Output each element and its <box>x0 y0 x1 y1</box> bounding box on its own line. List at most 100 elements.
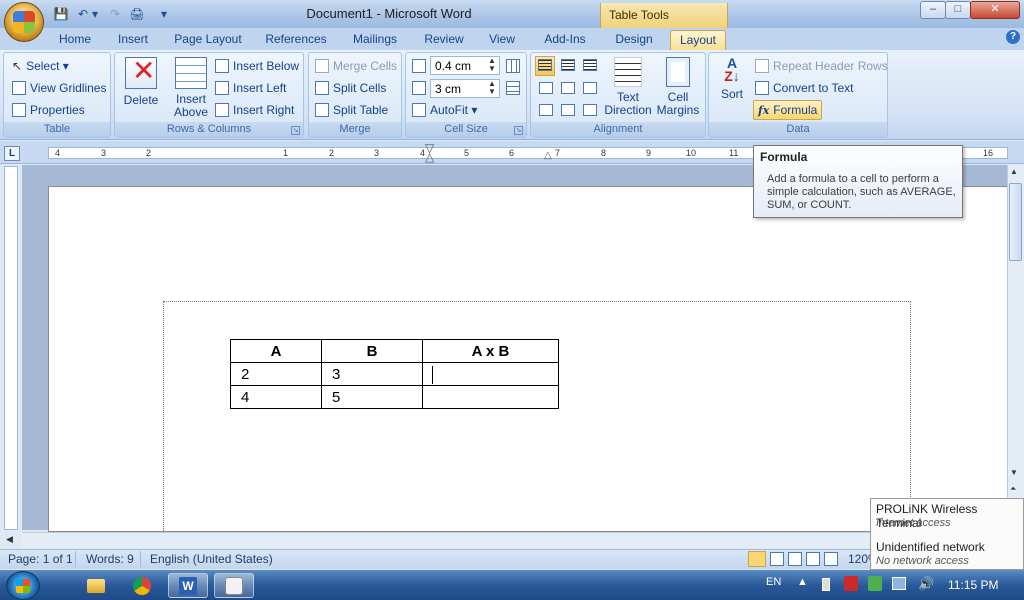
network-status-1: Internet access <box>876 517 951 529</box>
tab-add-ins[interactable]: Add-Ins <box>536 30 594 50</box>
table-cell[interactable]: A <box>230 339 322 363</box>
clock[interactable]: 11:15 PM <box>948 578 998 592</box>
tab-page-layout[interactable]: Page Layout <box>170 30 246 50</box>
indent-marker-icon[interactable]: ▽ △ <box>425 142 437 164</box>
tab-mailings[interactable]: Mailings <box>346 30 404 50</box>
convert-to-text-button[interactable]: Convert to Text <box>755 81 853 95</box>
tooltip-title: Formula <box>760 150 808 164</box>
distribute-columns-icon[interactable] <box>506 81 520 95</box>
windows-logo-icon <box>16 579 30 593</box>
view-gridlines-button[interactable]: View Gridlines <box>12 81 106 95</box>
outline-view-icon[interactable] <box>806 552 820 566</box>
insert-below-button[interactable]: Insert Below <box>215 59 299 73</box>
text-direction-icon <box>614 57 642 87</box>
column-width-icon <box>412 81 426 95</box>
scroll-left-icon[interactable]: ◀ <box>6 534 13 545</box>
autofit-button[interactable]: AutoFit ▾ <box>412 103 477 117</box>
page-count[interactable]: Page: 1 of 1 <box>8 552 73 566</box>
align-bottom-center-icon[interactable] <box>561 104 575 116</box>
align-top-right-icon[interactable] <box>583 59 597 71</box>
split-table-button[interactable]: Split Table <box>315 103 388 117</box>
merge-cells-button[interactable]: Merge Cells <box>315 59 397 73</box>
column-marker-icon[interactable]: △ <box>544 150 552 161</box>
align-center-left-icon[interactable] <box>539 82 553 94</box>
full-screen-reading-icon[interactable] <box>770 552 784 566</box>
battery-icon[interactable] <box>822 578 830 591</box>
insert-right-button[interactable]: Insert Right <box>215 103 294 117</box>
row-height-spinner-icon[interactable]: ▲ ▼ <box>488 57 496 73</box>
table-cell[interactable] <box>422 362 559 386</box>
text-direction-button[interactable]: Text Direction <box>603 57 653 117</box>
properties-button[interactable]: Properties <box>12 103 85 117</box>
distribute-rows-icon[interactable] <box>506 59 520 73</box>
tab-references[interactable]: References <box>260 30 332 50</box>
table-cell[interactable]: A x B <box>422 339 559 363</box>
alignment-group: Text Direction Cell Margins Alignment <box>530 52 706 138</box>
table-cell[interactable]: 5 <box>321 385 423 409</box>
print-layout-view-icon[interactable] <box>748 551 766 567</box>
word-taskbar-button[interactable]: W <box>168 573 208 598</box>
table-row: 4 5 <box>230 385 559 409</box>
vertical-ruler[interactable] <box>4 166 18 530</box>
tab-insert[interactable]: Insert <box>110 30 156 50</box>
show-hidden-icons-icon[interactable]: ▲ <box>797 576 808 588</box>
insert-left-button[interactable]: Insert Left <box>215 81 286 95</box>
previous-page-icon[interactable]: ⏶ <box>1010 484 1016 494</box>
scroll-up-icon[interactable]: ▲ <box>1010 167 1018 176</box>
chrome-taskbar-button[interactable] <box>122 573 162 598</box>
split-cells-button[interactable]: Split Cells <box>315 81 386 95</box>
align-center-icon[interactable] <box>561 82 575 94</box>
help-icon[interactable]: ? <box>1006 30 1020 44</box>
word-count[interactable]: Words: 9 <box>86 552 134 566</box>
cell-size-launcher-icon[interactable]: ↘ <box>514 126 523 135</box>
column-width-spinner-icon[interactable]: ▲ ▼ <box>488 80 496 96</box>
tab-view[interactable]: View <box>482 30 522 50</box>
tab-selector[interactable]: L <box>4 146 20 161</box>
maximize-button[interactable]: □ <box>945 1 971 19</box>
office-button[interactable] <box>4 2 44 42</box>
table-cell[interactable]: 2 <box>230 362 322 386</box>
vertical-scroll-thumb[interactable] <box>1009 183 1022 261</box>
table-cell[interactable]: B <box>321 339 423 363</box>
document-table[interactable]: A B A x B 2 3 4 5 <box>230 339 559 409</box>
table-cell[interactable]: 4 <box>230 385 322 409</box>
cell-size-group-label: Cell Size <box>406 122 526 137</box>
draft-view-icon[interactable] <box>824 552 838 566</box>
word-icon: W <box>179 576 197 595</box>
tab-review[interactable]: Review <box>418 30 470 50</box>
align-center-right-icon[interactable] <box>583 82 597 94</box>
status-separator <box>140 551 141 567</box>
action-center-icon[interactable] <box>844 576 858 591</box>
explorer-taskbar-button[interactable] <box>76 573 116 598</box>
align-bottom-right-icon[interactable] <box>583 104 597 116</box>
align-top-center-icon[interactable] <box>561 59 575 71</box>
tab-home[interactable]: Home <box>52 30 98 50</box>
close-button[interactable]: ✕ <box>970 1 1020 19</box>
volume-icon[interactable]: 🔊 <box>918 576 934 592</box>
language-bar[interactable]: EN <box>766 576 781 588</box>
delete-button[interactable]: ✕ Delete <box>123 56 159 108</box>
select-button[interactable]: ↖ Select ▾ <box>12 59 69 73</box>
network-icon[interactable] <box>892 577 906 590</box>
start-button[interactable] <box>6 571 40 600</box>
sort-button[interactable]: A Z↓ Sort <box>715 56 749 101</box>
formula-button[interactable]: fx Formula <box>753 100 823 120</box>
scroll-down-icon[interactable]: ▼ <box>1010 468 1018 477</box>
align-bottom-left-icon[interactable] <box>539 104 553 116</box>
repeat-header-rows-button[interactable]: Repeat Header Rows <box>755 59 888 73</box>
table-cell[interactable]: 3 <box>321 362 423 386</box>
table-cell[interactable] <box>422 385 559 409</box>
tab-design[interactable]: Design <box>608 30 660 50</box>
tab-layout[interactable]: Layout <box>670 30 726 50</box>
insert-above-button[interactable]: Insert Above <box>171 57 211 119</box>
web-layout-icon[interactable] <box>788 552 802 566</box>
language-indicator[interactable]: English (United States) <box>150 552 273 566</box>
cell-margins-button[interactable]: Cell Margins <box>653 57 703 117</box>
app-taskbar-button[interactable] <box>214 573 254 598</box>
insert-below-icon <box>215 59 229 73</box>
table-tools-context-label: Table Tools <box>600 3 728 28</box>
rows-columns-launcher-icon[interactable]: ↘ <box>291 126 300 135</box>
app-tray-icon[interactable] <box>868 576 882 591</box>
minimize-button[interactable]: – <box>920 1 946 19</box>
horizontal-scrollbar[interactable] <box>22 532 1007 548</box>
